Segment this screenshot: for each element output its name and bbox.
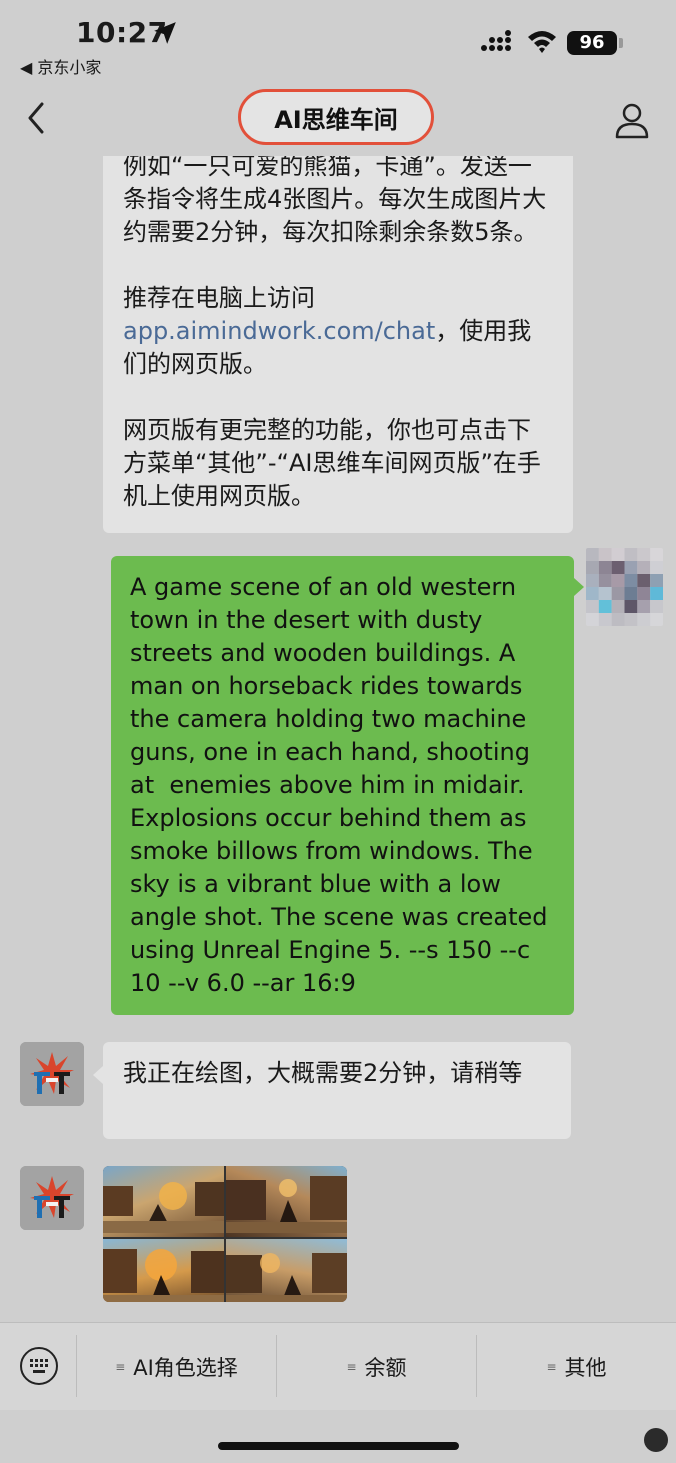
user-message-prompt[interactable]: A game scene of an old western town in t… — [111, 556, 574, 1015]
chat-history[interactable]: 例如“一只可爱的熊猫，卡通”。发送一条指令将生成4张图片。每次生成图片大约需要2… — [0, 156, 676, 1322]
bot-message-intro[interactable]: 例如“一只可爱的熊猫，卡通”。发送一条指令将生成4张图片。每次生成图片大约需要2… — [103, 156, 573, 533]
keyboard-toggle-button[interactable] — [20, 1347, 58, 1385]
battery-indicator: 96 — [567, 31, 617, 55]
battery-tip — [619, 38, 623, 48]
intro-paragraph-2-prefix: 推荐在电脑上访问 — [123, 284, 315, 312]
keyboard-icon — [30, 1359, 48, 1373]
menu-item-label: AI角色选择 — [133, 1356, 238, 1380]
western-scene-art — [103, 1182, 224, 1233]
submenu-icon: ≡ — [115, 1360, 126, 1374]
bottom-menu: ≡ AI角色选择 ≡ 余额 ≡ 其他 — [0, 1322, 676, 1410]
back-chevron-icon[interactable] — [24, 100, 48, 136]
menu-item-label: 余额 — [364, 1356, 407, 1380]
submenu-icon: ≡ — [546, 1360, 557, 1374]
bot-avatar[interactable] — [20, 1166, 84, 1230]
intro-paragraph-3: 网页版有更完整的功能，你也可点击下方菜单“其他”-“AI思维车间网页版”在手机上… — [123, 416, 541, 510]
menu-balance[interactable]: ≡ 余额 — [277, 1323, 476, 1411]
generated-image-grid[interactable] — [103, 1166, 347, 1302]
home-indicator[interactable] — [218, 1442, 459, 1450]
bot-drawing-text: 我正在绘图，大概需要2分钟，请稍等 — [123, 1059, 523, 1087]
web-link[interactable]: app.aimindwork.com/chat — [123, 317, 435, 345]
menu-ai-role-select[interactable]: ≡ AI角色选择 — [77, 1323, 276, 1411]
bot-logo-icon — [20, 1042, 84, 1106]
western-scene-art — [103, 1249, 224, 1302]
intro-paragraph-2: 推荐在电脑上访问app.aimindwork.com/chat，使用我们的网页版… — [123, 282, 553, 381]
generated-image-3[interactable] — [103, 1239, 224, 1302]
back-to-app-link[interactable]: ◀ 京东小家 — [20, 54, 101, 78]
profile-icon[interactable] — [612, 100, 652, 140]
bot-avatar[interactable] — [20, 1042, 84, 1106]
nav-bar: AI思维车间 — [0, 82, 676, 156]
chat-title-pill: AI思维车间 — [238, 89, 434, 145]
status-bar: 10:27 ◀ 京东小家 96 — [0, 0, 676, 82]
floating-assist-icon[interactable] — [644, 1428, 668, 1452]
location-arrow-icon — [154, 22, 176, 44]
bot-logo-icon — [20, 1166, 84, 1230]
western-scene-art — [226, 1253, 347, 1302]
wifi-icon — [528, 31, 556, 53]
bot-message-drawing[interactable]: 我正在绘图，大概需要2分钟，请稍等 — [103, 1042, 571, 1139]
submenu-icon: ≡ — [346, 1360, 357, 1374]
generated-image-2[interactable] — [226, 1166, 347, 1237]
user-prompt-text: A game scene of an old western town in t… — [130, 573, 556, 997]
generated-image-4[interactable] — [226, 1239, 347, 1302]
chat-title: AI思维车间 — [274, 105, 398, 134]
menu-item-label: 其他 — [564, 1356, 607, 1380]
user-bubble-tail — [574, 578, 584, 596]
bot-bubble-tail — [93, 1066, 103, 1084]
western-scene-art — [226, 1176, 347, 1233]
user-avatar-pixelated — [586, 548, 663, 626]
cellular-signal-icon — [481, 30, 511, 51]
user-avatar[interactable] — [586, 548, 663, 626]
intro-paragraph-1: 例如“一只可爱的熊猫，卡通”。发送一条指令将生成4张图片。每次生成图片大约需要2… — [123, 156, 547, 246]
generated-image-1[interactable] — [103, 1166, 224, 1237]
menu-other[interactable]: ≡ 其他 — [477, 1323, 676, 1411]
